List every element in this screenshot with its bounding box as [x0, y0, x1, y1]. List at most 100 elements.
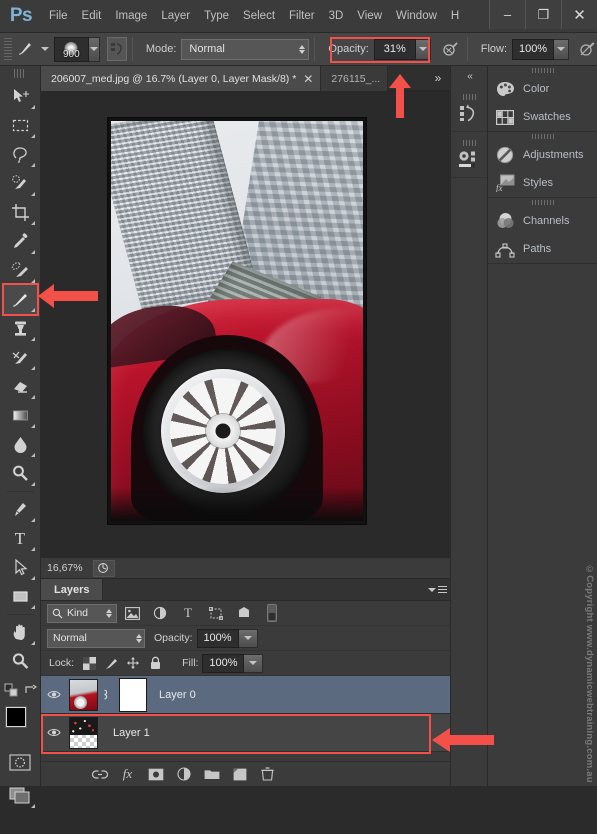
- lasso-tool[interactable]: [4, 140, 37, 169]
- layer-thumbnail[interactable]: [69, 678, 98, 711]
- add-layer-style-button[interactable]: fx: [119, 766, 136, 783]
- filter-type-layers-icon[interactable]: T: [175, 603, 201, 623]
- panel-paths[interactable]: Paths: [488, 235, 597, 263]
- layer-mask-link-icon[interactable]: [98, 688, 111, 701]
- dodge-tool[interactable]: [4, 459, 37, 488]
- layer-blend-mode-select[interactable]: Normal: [47, 628, 145, 648]
- zoom-level[interactable]: 16,67%: [47, 562, 83, 574]
- opacity-dropdown-button[interactable]: [415, 38, 432, 60]
- pressure-opacity-icon[interactable]: [576, 37, 597, 61]
- gradient-tool[interactable]: [4, 401, 37, 430]
- lock-all-icon[interactable]: [144, 653, 166, 673]
- document-info-icon[interactable]: [92, 559, 115, 577]
- filter-pixel-layers-icon[interactable]: [119, 603, 145, 623]
- panel-adjustments[interactable]: Adjustments: [488, 141, 597, 169]
- new-adjustment-layer-button[interactable]: [175, 766, 192, 783]
- dock-group-grip[interactable]: [488, 198, 597, 207]
- menu-filter[interactable]: Filter: [282, 0, 322, 33]
- menu-image[interactable]: Image: [108, 0, 154, 33]
- clone-stamp-tool[interactable]: [4, 314, 37, 343]
- move-tool[interactable]: [4, 82, 37, 111]
- menu-edit[interactable]: Edit: [75, 0, 109, 33]
- layer-thumbnail[interactable]: [69, 716, 98, 749]
- screen-mode-button[interactable]: [4, 781, 37, 810]
- menu-window[interactable]: Window: [389, 0, 444, 33]
- tab-layers[interactable]: Layers: [41, 579, 104, 600]
- rectangle-tool[interactable]: [4, 582, 37, 611]
- menu-type[interactable]: Type: [197, 0, 236, 33]
- new-layer-button[interactable]: [231, 766, 248, 783]
- panel-menu-icon[interactable]: [424, 579, 450, 600]
- close-button[interactable]: ✕: [561, 0, 597, 29]
- layer-fill-input[interactable]: 100%: [202, 653, 245, 673]
- path-selection-tool[interactable]: [4, 553, 37, 582]
- eraser-tool[interactable]: [4, 372, 37, 401]
- collapse-panels-button[interactable]: «: [451, 66, 487, 86]
- lock-position-icon[interactable]: [122, 653, 144, 673]
- history-brush-tool[interactable]: [4, 343, 37, 372]
- default-colors-icon[interactable]: [4, 683, 18, 697]
- toolbar-grip[interactable]: [14, 69, 26, 78]
- brush-preset-icon[interactable]: [15, 37, 36, 61]
- quick-selection-tool[interactable]: [4, 169, 37, 198]
- flow-input[interactable]: 100%: [512, 38, 555, 60]
- menu-file[interactable]: File: [42, 0, 75, 33]
- dock-group-grip[interactable]: [488, 132, 597, 141]
- airbrush-toggle-icon[interactable]: [441, 37, 462, 61]
- lock-transparent-pixels-icon[interactable]: [78, 653, 100, 673]
- layer-fill-dropdown-button[interactable]: [244, 653, 264, 673]
- panel-channels[interactable]: Channels: [488, 207, 597, 235]
- swap-colors-icon[interactable]: [24, 684, 37, 697]
- delete-layer-button[interactable]: [259, 766, 276, 783]
- brush-size-dropdown-button[interactable]: [89, 36, 101, 62]
- maximize-button[interactable]: ❐: [525, 0, 561, 29]
- eyedropper-tool[interactable]: [4, 227, 37, 256]
- close-icon[interactable]: ✕: [303, 73, 313, 85]
- hand-tool[interactable]: [4, 618, 37, 647]
- layer-opacity-input[interactable]: 100%: [196, 628, 239, 648]
- filter-toggle-switch[interactable]: [259, 603, 285, 623]
- type-tool[interactable]: T: [4, 524, 37, 553]
- brush-preset-chevron-icon[interactable]: [40, 47, 49, 51]
- properties-panel-icon[interactable]: [451, 132, 487, 178]
- menu-select[interactable]: Select: [236, 0, 282, 33]
- document-tab-active[interactable]: 206007_med.jpg @ 16.7% (Layer 0, Layer M…: [41, 66, 322, 91]
- menu-help[interactable]: H: [444, 0, 466, 33]
- toggle-brush-panel-button[interactable]: [107, 37, 127, 61]
- layer-name[interactable]: Layer 0: [159, 689, 196, 701]
- layer-name[interactable]: Layer 1: [113, 727, 150, 739]
- document-tab-inactive[interactable]: 276115_...: [321, 66, 389, 91]
- healing-brush-tool[interactable]: [4, 256, 37, 285]
- menu-view[interactable]: View: [350, 0, 389, 33]
- new-group-button[interactable]: [203, 766, 220, 783]
- options-bar-grip[interactable]: [4, 38, 12, 60]
- filter-shape-layers-icon[interactable]: [203, 603, 229, 623]
- filter-smart-objects-icon[interactable]: [231, 603, 257, 623]
- lock-image-pixels-icon[interactable]: [100, 653, 122, 673]
- menu-layer[interactable]: Layer: [154, 0, 197, 33]
- layer-opacity-dropdown-button[interactable]: [238, 628, 258, 648]
- flow-dropdown-button[interactable]: [554, 38, 570, 60]
- layer-visibility-toggle[interactable]: [41, 689, 67, 700]
- brush-size-field[interactable]: 900: [53, 36, 90, 62]
- pen-tool[interactable]: [4, 495, 37, 524]
- zoom-tool[interactable]: [4, 647, 37, 676]
- marquee-tool[interactable]: [4, 111, 37, 140]
- filter-adjustment-layers-icon[interactable]: [147, 603, 173, 623]
- crop-tool[interactable]: [4, 198, 37, 227]
- tab-overflow-button[interactable]: »: [424, 66, 450, 90]
- layer-mask-thumbnail[interactable]: [119, 677, 147, 712]
- strip-grip[interactable]: [462, 140, 476, 146]
- dock-group-grip[interactable]: [488, 66, 597, 75]
- artboard[interactable]: [108, 118, 366, 524]
- blur-tool[interactable]: [4, 430, 37, 459]
- blend-mode-select[interactable]: Normal: [181, 38, 310, 60]
- strip-grip[interactable]: [462, 94, 476, 100]
- brush-tool[interactable]: [1, 283, 39, 316]
- panel-swatches[interactable]: Swatches: [488, 103, 597, 131]
- link-layers-button[interactable]: [91, 766, 108, 783]
- foreground-color-swatch[interactable]: [5, 707, 26, 727]
- history-panel-icon[interactable]: [451, 86, 487, 132]
- layer-visibility-toggle[interactable]: [41, 727, 67, 738]
- menu-3d[interactable]: 3D: [322, 0, 351, 33]
